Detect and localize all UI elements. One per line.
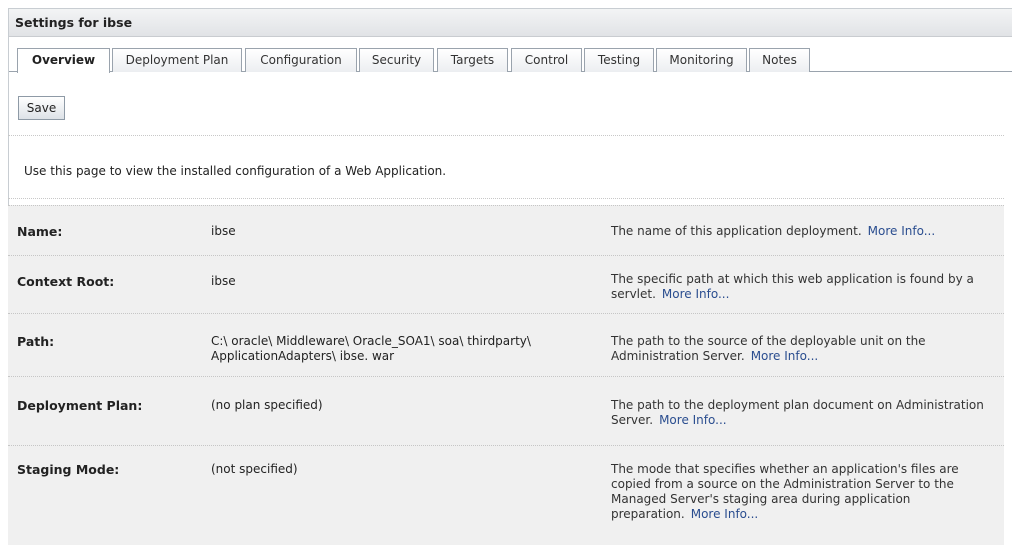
field-help: The specific path at which this web appl… [611, 272, 1001, 302]
field-value: (no plan specified) [211, 398, 323, 412]
field-value: C:\ oracle\ Middleware\ Oracle_SOA1\ soa… [211, 334, 531, 363]
field-value: (not specified) [211, 462, 298, 476]
field-label: Staging Mode: [17, 462, 120, 477]
more-info-link[interactable]: More Info... [751, 349, 819, 363]
field-help: The path to the deployment plan document… [611, 398, 1001, 428]
more-info-link[interactable]: More Info... [868, 224, 936, 238]
field-label: Path: [17, 334, 55, 349]
table-row: Path: C:\ oracle\ Middleware\ Oracle_SOA… [8, 313, 1004, 376]
tab-targets[interactable]: Targets [437, 48, 508, 72]
tab-notes[interactable]: Notes [749, 48, 810, 72]
table-row: Context Root: ibse The specific path at … [8, 255, 1004, 313]
divider [8, 198, 1004, 199]
field-value: ibse [211, 274, 236, 288]
field-label: Context Root: [17, 274, 115, 289]
settings-grid: Name: ibse The name of this application … [8, 205, 1004, 545]
field-help: The mode that specifies whether an appli… [611, 462, 1001, 522]
help-text: The name of this application deployment. [611, 224, 862, 238]
table-row: Staging Mode: (not specified) The mode t… [8, 445, 1004, 545]
tab-testing[interactable]: Testing [584, 48, 654, 72]
help-text: The mode that specifies whether an appli… [611, 462, 959, 521]
field-value: ibse [211, 224, 236, 238]
tab-bar: Overview Deployment Plan Configuration S… [9, 37, 1012, 73]
field-help: The name of this application deployment.… [611, 224, 1001, 239]
page-description: Use this page to view the installed conf… [24, 164, 447, 178]
table-row: Deployment Plan: (no plan specified) The… [8, 376, 1004, 445]
field-label: Deployment Plan: [17, 398, 143, 413]
tab-monitoring[interactable]: Monitoring [656, 48, 747, 72]
more-info-link[interactable]: More Info... [659, 413, 727, 427]
tab-deployment-plan[interactable]: Deployment Plan [112, 48, 242, 72]
more-info-link[interactable]: More Info... [662, 287, 730, 301]
table-row: Name: ibse The name of this application … [8, 205, 1004, 255]
field-help: The path to the source of the deployable… [611, 334, 1001, 364]
save-toolbar: Save [18, 96, 65, 120]
field-label: Name: [17, 224, 63, 239]
save-button[interactable]: Save [18, 96, 65, 120]
more-info-link[interactable]: More Info... [691, 507, 759, 521]
tab-control[interactable]: Control [511, 48, 582, 72]
divider [8, 135, 1004, 136]
tab-configuration[interactable]: Configuration [245, 48, 357, 72]
page-title: Settings for ibse [9, 9, 1012, 37]
tab-overview[interactable]: Overview [17, 48, 110, 73]
tab-security[interactable]: Security [359, 48, 434, 72]
